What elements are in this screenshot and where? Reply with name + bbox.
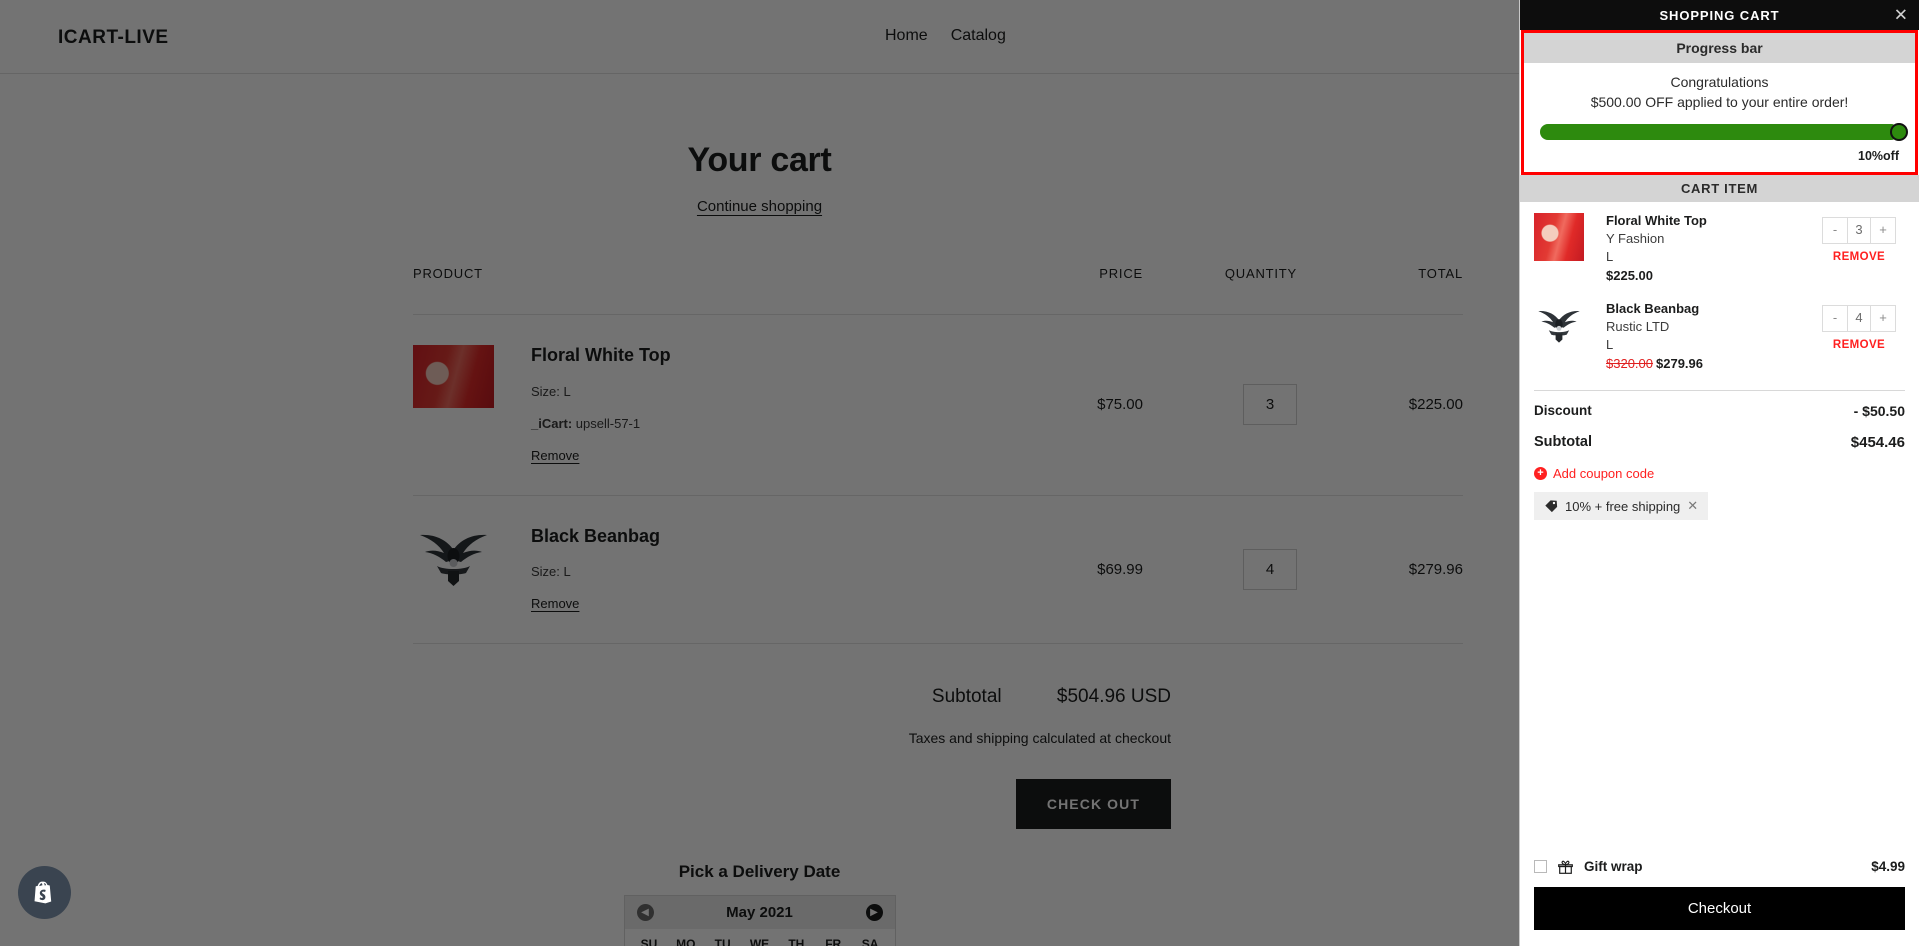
item-sale-price: $279.96: [1656, 356, 1703, 371]
gift-wrap-checkbox[interactable]: [1534, 860, 1547, 873]
item-price: $320.00 $279.96: [1606, 356, 1813, 371]
discount-row: Discount - $50.50: [1534, 403, 1905, 419]
item-compare-at-price: $320.00: [1606, 356, 1653, 371]
item-remove-button[interactable]: REMOVE: [1813, 339, 1905, 351]
item-quantity-area: - 4 + REMOVE: [1813, 301, 1905, 351]
gift-wrap-row: Gift wrap $4.99: [1534, 849, 1905, 887]
drawer-subtotal-value: $454.46: [1850, 434, 1905, 451]
gift-wrap-label: Gift wrap: [1584, 859, 1643, 874]
list-item: Black Beanbag Rustic LTD L $320.00 $279.9…: [1534, 283, 1905, 371]
screen: ICART-LIVE Home Catalog Your cart Contin…: [0, 0, 1919, 946]
item-thumbnail[interactable]: [1534, 301, 1584, 349]
item-info: Floral White Top Y Fashion L $225.00: [1584, 213, 1813, 283]
item-variant: L: [1606, 249, 1614, 264]
drawer-totals: Discount - $50.50 Subtotal $454.46: [1534, 390, 1905, 451]
list-item: Floral White Top Y Fashion L $225.00 - 3…: [1534, 202, 1905, 283]
subtotal-row: Subtotal $454.46: [1534, 434, 1905, 451]
drawer-header: SHOPPING CART ✕: [1520, 0, 1919, 30]
gift-icon: [1558, 860, 1573, 874]
quantity-increase-button[interactable]: +: [1871, 306, 1895, 331]
modal-overlay[interactable]: [0, 0, 1519, 946]
quantity-decrease-button[interactable]: -: [1823, 218, 1847, 243]
shopping-cart-drawer: SHOPPING CART ✕ Progress bar Congratulat…: [1519, 0, 1919, 946]
progress-caption: 10%off: [1858, 149, 1899, 163]
shopify-bag-icon[interactable]: [18, 866, 71, 919]
item-vendor: Rustic LTD: [1606, 319, 1670, 334]
eagle-logo-icon: [1538, 311, 1580, 343]
item-remove-button[interactable]: REMOVE: [1813, 251, 1905, 263]
gift-wrap-price: $4.99: [1871, 859, 1905, 874]
quantity-value[interactable]: 4: [1847, 306, 1871, 331]
quantity-value[interactable]: 3: [1847, 218, 1871, 243]
quantity-stepper[interactable]: - 3 +: [1822, 217, 1896, 244]
item-vendor: Y Fashion: [1606, 231, 1665, 246]
shopify-bag-glyph: [34, 881, 52, 904]
quantity-stepper[interactable]: - 4 +: [1822, 305, 1896, 332]
congrats-line-1: Congratulations: [1670, 74, 1769, 90]
item-price: $225.00: [1606, 268, 1653, 283]
drawer-title: SHOPPING CART: [1659, 7, 1780, 23]
item-name[interactable]: Floral White Top: [1606, 213, 1813, 228]
add-coupon-label: Add coupon code: [1553, 466, 1655, 481]
progress-bar-module: Progress bar Congratulations $500.00 OFF…: [1521, 30, 1918, 175]
discount-label: Discount: [1534, 403, 1592, 418]
cart-item-section-title: CART ITEM: [1520, 175, 1919, 202]
add-coupon-code-button[interactable]: + Add coupon code: [1534, 466, 1905, 481]
quantity-decrease-button[interactable]: -: [1823, 306, 1847, 331]
progress-fill: [1540, 124, 1899, 140]
progress-bar-body: Congratulations $500.00 OFF applied to y…: [1524, 63, 1915, 172]
progress-knob-icon: [1890, 123, 1908, 141]
quantity-increase-button[interactable]: +: [1871, 218, 1895, 243]
progress-track: [1540, 123, 1908, 141]
drawer-checkout-button[interactable]: Checkout: [1534, 887, 1905, 930]
item-quantity-area: - 3 + REMOVE: [1813, 213, 1905, 263]
item-info: Black Beanbag Rustic LTD L $320.00 $279.9…: [1584, 301, 1813, 371]
close-icon[interactable]: ✕: [1687, 498, 1698, 514]
progress-bar-module-title: Progress bar: [1524, 33, 1915, 63]
tag-icon: [1545, 500, 1558, 513]
congrats-line-2: $500.00 OFF applied to your entire order…: [1590, 94, 1849, 110]
drawer-subtotal-label: Subtotal: [1534, 434, 1592, 450]
item-thumbnail[interactable]: [1534, 213, 1584, 261]
drawer-body: Floral White Top Y Fashion L $225.00 - 3…: [1520, 202, 1919, 849]
discount-value: - $50.50: [1853, 403, 1905, 419]
close-icon[interactable]: ✕: [1894, 7, 1908, 24]
item-variant: L: [1606, 337, 1614, 352]
coupon-label: 10% + free shipping: [1565, 498, 1681, 514]
drawer-footer: Gift wrap $4.99 Checkout: [1520, 849, 1919, 946]
applied-coupon-chip: 10% + free shipping ✕: [1534, 492, 1709, 520]
plus-icon: +: [1534, 467, 1547, 480]
item-name[interactable]: Black Beanbag: [1606, 301, 1813, 316]
